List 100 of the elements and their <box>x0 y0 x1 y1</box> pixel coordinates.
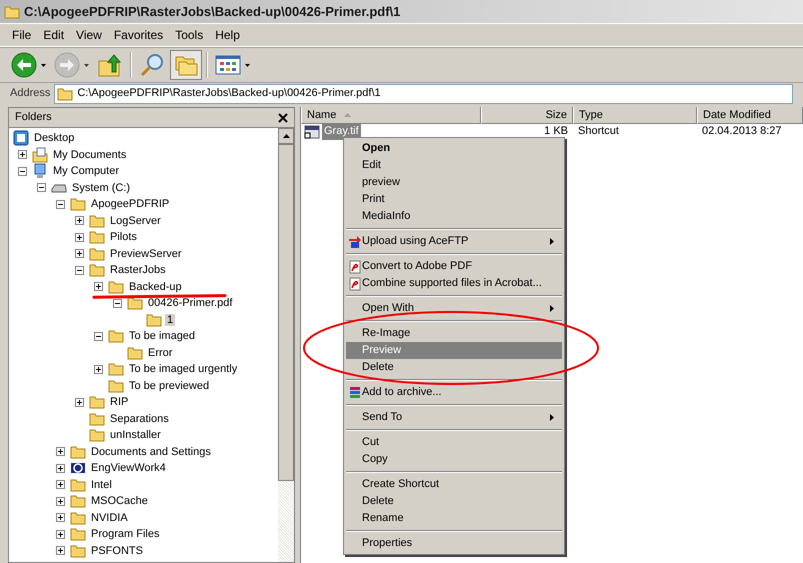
tree-item[interactable]: Desktop <box>32 132 76 144</box>
menu-item[interactable]: MediaInfo <box>346 208 562 225</box>
collapse-icon[interactable] <box>113 298 122 308</box>
menu-item[interactable]: Rename <box>346 510 562 527</box>
folder-icon <box>108 361 124 378</box>
menu-item[interactable]: Cut <box>346 434 562 451</box>
menu-item[interactable]: Properties <box>346 535 562 552</box>
folders-button[interactable] <box>170 50 202 80</box>
tree-item[interactable]: To be imaged <box>127 330 198 342</box>
submenu-arrow-icon <box>550 305 554 312</box>
file-name[interactable]: Gray.tif <box>322 123 361 140</box>
collapse-icon[interactable] <box>75 266 84 275</box>
tree-item[interactable]: RIP <box>108 396 130 408</box>
menu-item[interactable]: preview <box>346 174 562 191</box>
tree-item[interactable]: Pilots <box>108 231 139 244</box>
tree-item[interactable]: Backed-up <box>127 280 184 293</box>
column-header[interactable]: Date Modified <box>697 107 803 124</box>
menu-item[interactable]: Convert to Adobe PDF <box>346 258 562 275</box>
close-icon[interactable] <box>278 112 288 122</box>
menu-item[interactable]: Upload using AceFTP <box>346 233 562 250</box>
menu-item[interactable]: Edit <box>37 26 70 44</box>
tree-item[interactable]: LogServer <box>108 214 163 227</box>
expand-icon[interactable] <box>75 232 84 242</box>
tree-item[interactable]: Documents and Settings <box>89 446 213 458</box>
collapse-icon[interactable] <box>94 332 103 341</box>
menu-item[interactable]: Help <box>209 26 246 44</box>
tree-item[interactable]: EngViewWork4 <box>89 462 168 474</box>
tree-item[interactable]: ApogeePDFRIP <box>89 198 172 210</box>
folder-icon <box>89 410 105 427</box>
tree-item[interactable]: 1 <box>165 314 176 326</box>
menu-item[interactable]: Combine supported files in Acrobat... <box>346 275 562 292</box>
expand-icon[interactable] <box>56 496 65 506</box>
up-arrow-icon <box>282 134 290 138</box>
menu-item[interactable]: Tools <box>169 26 210 44</box>
column-header[interactable]: Type <box>573 107 697 124</box>
menu-item[interactable]: File <box>6 26 38 44</box>
menu-item[interactable]: Re-Image <box>346 325 562 342</box>
tree-item[interactable]: unInstaller <box>108 429 163 442</box>
expand-icon[interactable] <box>75 398 84 407</box>
menu-item[interactable]: Preview <box>346 342 562 359</box>
tree-item[interactable]: Error <box>146 346 174 359</box>
tree-item[interactable]: My Documents <box>51 148 128 161</box>
expand-icon[interactable] <box>75 249 84 258</box>
menu-item[interactable]: Print <box>346 191 562 208</box>
tree-item[interactable]: PreviewServer <box>108 248 184 260</box>
table-cell-text: 02.04.2013 8:27 <box>701 124 783 140</box>
folder-icon <box>70 510 86 526</box>
tree-item[interactable]: Intel <box>89 478 114 491</box>
menu-item[interactable]: Copy <box>346 451 562 468</box>
tree-item[interactable]: MSOCache <box>89 495 150 508</box>
tree-item[interactable]: PSFONTS <box>89 544 145 557</box>
menu-item[interactable]: View <box>70 26 108 44</box>
pdf-document-icon <box>348 260 362 274</box>
tree-item[interactable]: To be imaged urgently <box>127 363 240 376</box>
address-label: Address <box>10 86 50 102</box>
computer-icon <box>32 163 48 180</box>
window-title: C:\ApogeePDFRIP\RasterJobs\Backed-up\00426-Primer.pdf\1 <box>24 2 400 21</box>
expand-icon[interactable] <box>75 216 84 226</box>
menu-item[interactable]: Create Shortcut <box>346 476 562 493</box>
tree-item[interactable]: Separations <box>108 412 171 425</box>
menu-item[interactable]: Delete <box>346 359 562 376</box>
menu-item[interactable]: Favorites <box>108 26 170 44</box>
expand-icon[interactable] <box>56 480 65 490</box>
expand-icon[interactable] <box>56 530 65 539</box>
scroll-thumb[interactable] <box>278 144 294 481</box>
collapse-icon[interactable] <box>37 183 46 192</box>
expand-icon[interactable] <box>56 546 65 556</box>
expand-icon[interactable] <box>56 464 65 473</box>
tree-item[interactable]: To be previewed <box>127 380 212 392</box>
caret-icon[interactable] <box>41 64 46 66</box>
collapse-icon[interactable] <box>56 200 65 209</box>
expand-icon[interactable] <box>94 282 103 292</box>
expand-icon[interactable] <box>18 150 27 160</box>
folder-icon <box>89 427 105 444</box>
scroll-up-button[interactable] <box>278 128 294 144</box>
menu-item[interactable]: Add to archive... <box>346 384 562 401</box>
collapse-icon[interactable] <box>18 166 27 176</box>
menu-item[interactable]: Open With <box>346 300 562 317</box>
tree-item[interactable]: System (C:) <box>70 182 132 194</box>
tree-item[interactable]: NVIDIA <box>89 512 130 524</box>
folder-icon <box>146 312 162 328</box>
tree-item[interactable]: My Computer <box>51 165 122 178</box>
menu-item[interactable]: Send To <box>346 409 562 426</box>
menu-item[interactable]: Delete <box>346 493 562 510</box>
scrollbar[interactable] <box>278 128 294 562</box>
column-header[interactable]: Size <box>481 107 573 124</box>
folder-icon <box>108 378 124 394</box>
tree-item[interactable]: Program Files <box>89 528 162 540</box>
folder-icon <box>4 4 20 18</box>
expand-icon[interactable] <box>56 447 65 456</box>
shortcut-image-icon <box>304 124 320 138</box>
tree-item[interactable]: RasterJobs <box>108 264 168 276</box>
address-field[interactable]: C:\ApogeePDFRIP\RasterJobs\Backed-up\00426-Primer.pdf\1 <box>54 84 793 104</box>
expand-icon[interactable] <box>56 513 65 522</box>
folder-icon <box>89 262 105 278</box>
tree-item[interactable]: 00426-Primer.pdf <box>146 297 234 310</box>
menu-item[interactable]: Open <box>346 140 562 157</box>
caret-icon[interactable] <box>245 64 250 66</box>
menu-item[interactable]: Edit <box>346 157 562 174</box>
expand-icon[interactable] <box>94 364 103 374</box>
